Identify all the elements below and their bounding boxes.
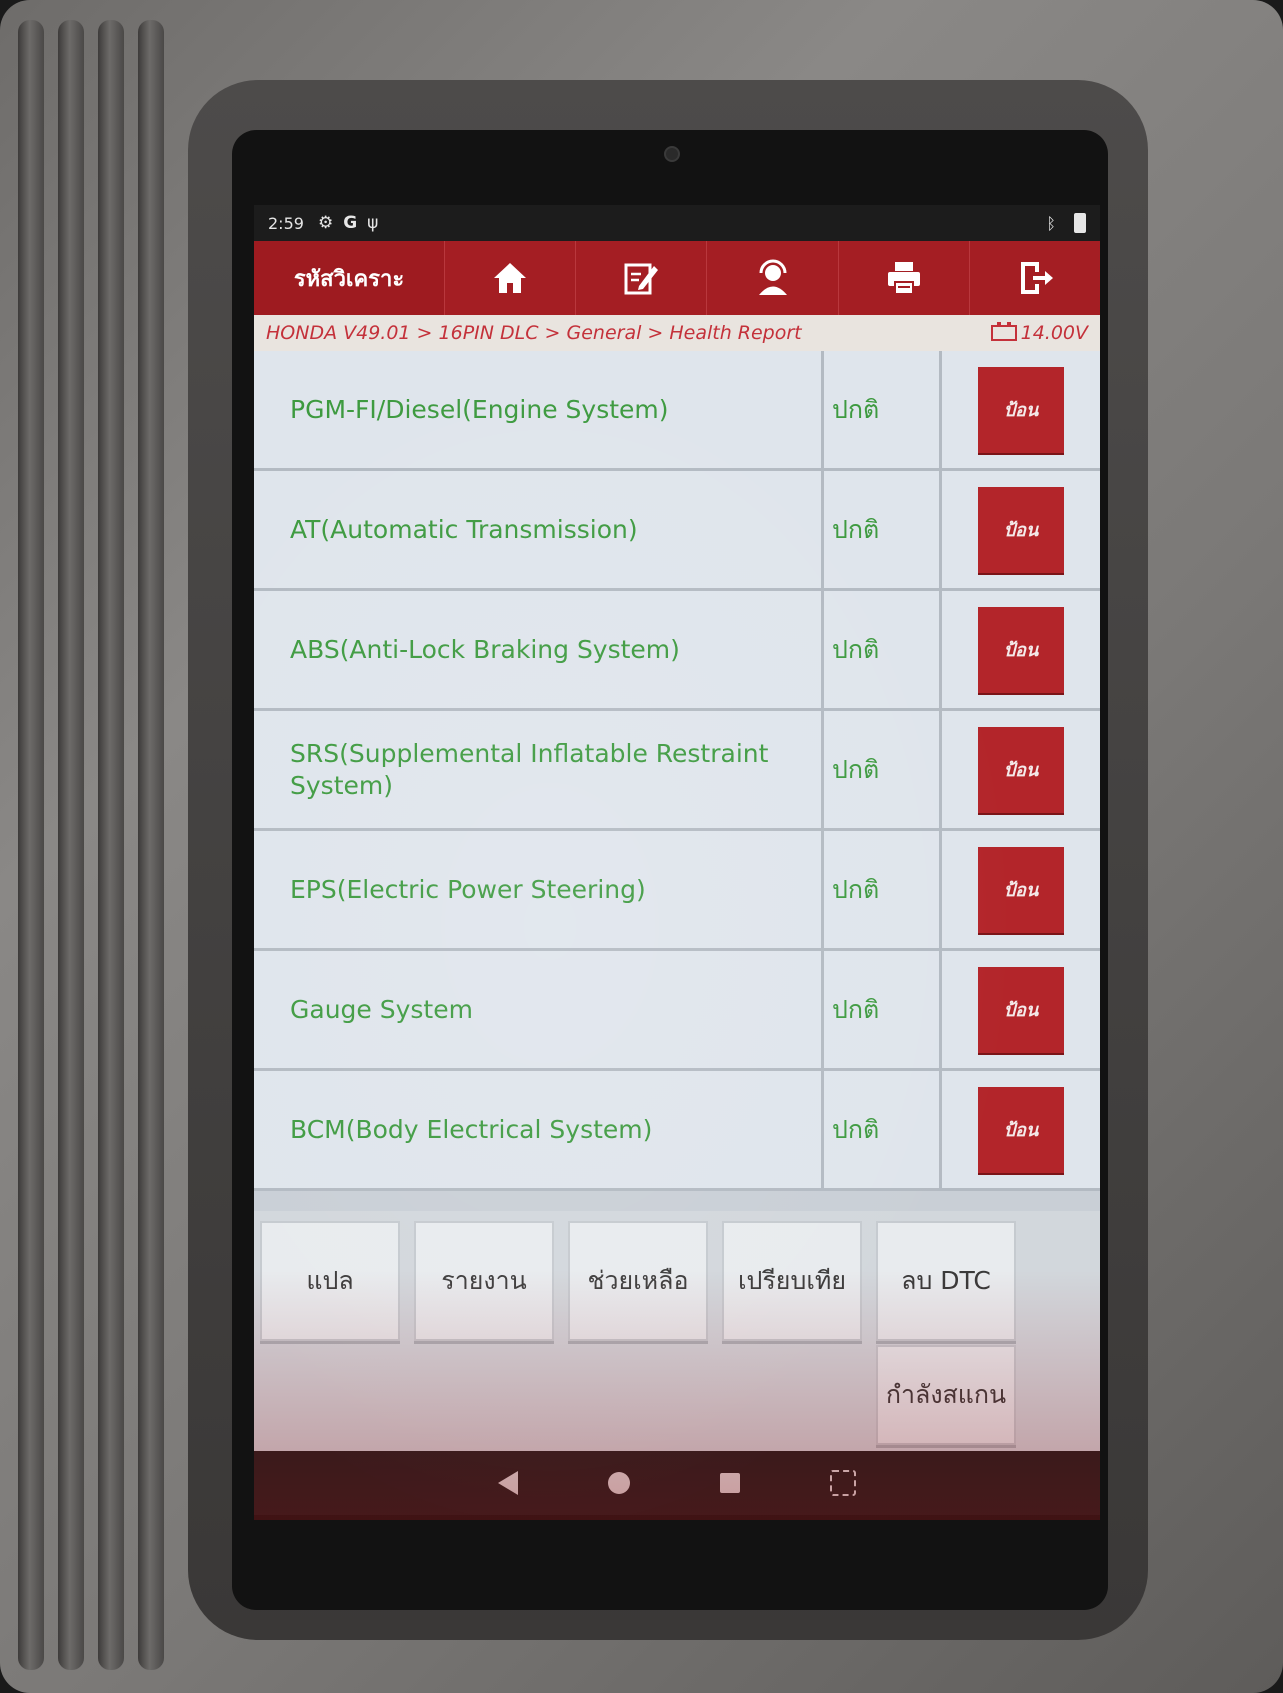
system-status: ปกติ: [824, 831, 942, 948]
enter-button[interactable]: ป้อน: [978, 726, 1064, 813]
system-name: ABS(Anti-Lock Braking System): [254, 591, 824, 708]
system-status: ปกติ: [824, 1071, 942, 1188]
system-row: EPS(Electric Power Steering) ปกติ ป้อน: [254, 831, 1100, 951]
bluetooth-icon: ᛒ: [1046, 213, 1056, 233]
clear-dtc-button[interactable]: ลบ DTC: [876, 1221, 1016, 1341]
enter-button[interactable]: ป้อน: [978, 846, 1064, 933]
print-icon: [887, 262, 920, 295]
exit-icon: [1020, 262, 1053, 294]
app-bar: รหัสวิเคราะ: [254, 241, 1100, 315]
bottom-action-bar: แปล รายงาน ช่วยเหลือ เปรียบเทีย ลบ DTC ก…: [254, 1211, 1100, 1451]
compare-button[interactable]: เปรียบเทีย: [722, 1221, 862, 1341]
system-name: AT(Automatic Transmission): [254, 471, 824, 588]
diagnostic-stethoscope-icon: ψ: [367, 213, 379, 233]
support-agent-icon: [758, 259, 787, 295]
translate-button[interactable]: แปล: [260, 1221, 400, 1341]
screenshot-icon[interactable]: [830, 1470, 856, 1496]
scanning-button[interactable]: กำลังสแกน: [876, 1345, 1016, 1445]
system-name: EPS(Electric Power Steering): [254, 831, 824, 948]
help-button[interactable]: ช่วยเหลือ: [568, 1221, 708, 1341]
edit-button[interactable]: [575, 241, 707, 315]
system-row: BCM(Body Electrical System) ปกติ ป้อน: [254, 1071, 1100, 1191]
system-name: Gauge System: [254, 951, 824, 1068]
edit-icon: [624, 263, 659, 295]
grip-ridge: [138, 20, 164, 1670]
app-title: รหัสวิเคราะ: [293, 266, 405, 292]
grip-ridge: [58, 20, 84, 1670]
support-button[interactable]: [706, 241, 838, 315]
settings-gear-icon: ⚙: [317, 213, 334, 233]
system-status: ปกติ: [824, 471, 942, 588]
enter-button[interactable]: ป้อน: [978, 486, 1064, 573]
car-battery-icon: [990, 322, 1017, 341]
system-status: ปกติ: [824, 951, 942, 1068]
enter-button[interactable]: ป้อน: [978, 966, 1064, 1053]
system-status: ปกติ: [824, 351, 942, 468]
home-circle-icon[interactable]: [608, 1472, 630, 1494]
android-nav-bar: [254, 1451, 1100, 1515]
enter-button[interactable]: ป้อน: [978, 1086, 1064, 1173]
google-icon: G: [343, 213, 358, 233]
system-row: ABS(Anti-Lock Braking System) ปกติ ป้อน: [254, 591, 1100, 711]
system-name: PGM-FI/Diesel(Engine System): [254, 351, 824, 468]
recent-apps-icon[interactable]: [720, 1473, 740, 1493]
print-button[interactable]: [837, 241, 969, 315]
system-row: PGM-FI/Diesel(Engine System) ปกติ ป้อน: [254, 351, 1100, 471]
grip-ridge: [18, 20, 44, 1670]
front-camera: [664, 146, 680, 162]
system-status: ปกติ: [824, 591, 942, 708]
report-button[interactable]: รายงาน: [414, 1221, 554, 1341]
home-icon: [494, 263, 527, 293]
system-row: SRS(Supplemental Inflatable Restraint Sy…: [254, 711, 1100, 831]
breadcrumb: HONDA V49.01 > 16PIN DLC > General > Hea…: [254, 315, 1100, 351]
status-time: 2:59: [268, 213, 304, 233]
home-button[interactable]: [444, 241, 576, 315]
system-row: Gauge System ปกติ ป้อน: [254, 951, 1100, 1071]
screen: 2:59 ⚙ G ψ ᛒ รหัสวิเคราะ HONDA V49.01 > …: [254, 205, 1100, 1515]
system-name: BCM(Body Electrical System): [254, 1071, 824, 1188]
system-status: ปกติ: [824, 711, 942, 828]
system-name: SRS(Supplemental Inflatable Restraint Sy…: [254, 711, 824, 828]
enter-button[interactable]: ป้อน: [978, 606, 1064, 693]
exit-button[interactable]: [968, 241, 1100, 315]
grip-ridge: [98, 20, 124, 1670]
back-icon[interactable]: [498, 1471, 518, 1495]
system-row: AT(Automatic Transmission) ปกติ ป้อน: [254, 471, 1100, 591]
voltage-value: 14.00V: [1020, 322, 1088, 344]
status-bar: 2:59 ⚙ G ψ ᛒ: [254, 205, 1100, 241]
breadcrumb-path: HONDA V49.01 > 16PIN DLC > General > Hea…: [266, 322, 802, 344]
voltage-readout: 14.00V: [990, 322, 1088, 344]
battery-icon: [1074, 213, 1086, 233]
enter-button[interactable]: ป้อน: [978, 366, 1064, 453]
